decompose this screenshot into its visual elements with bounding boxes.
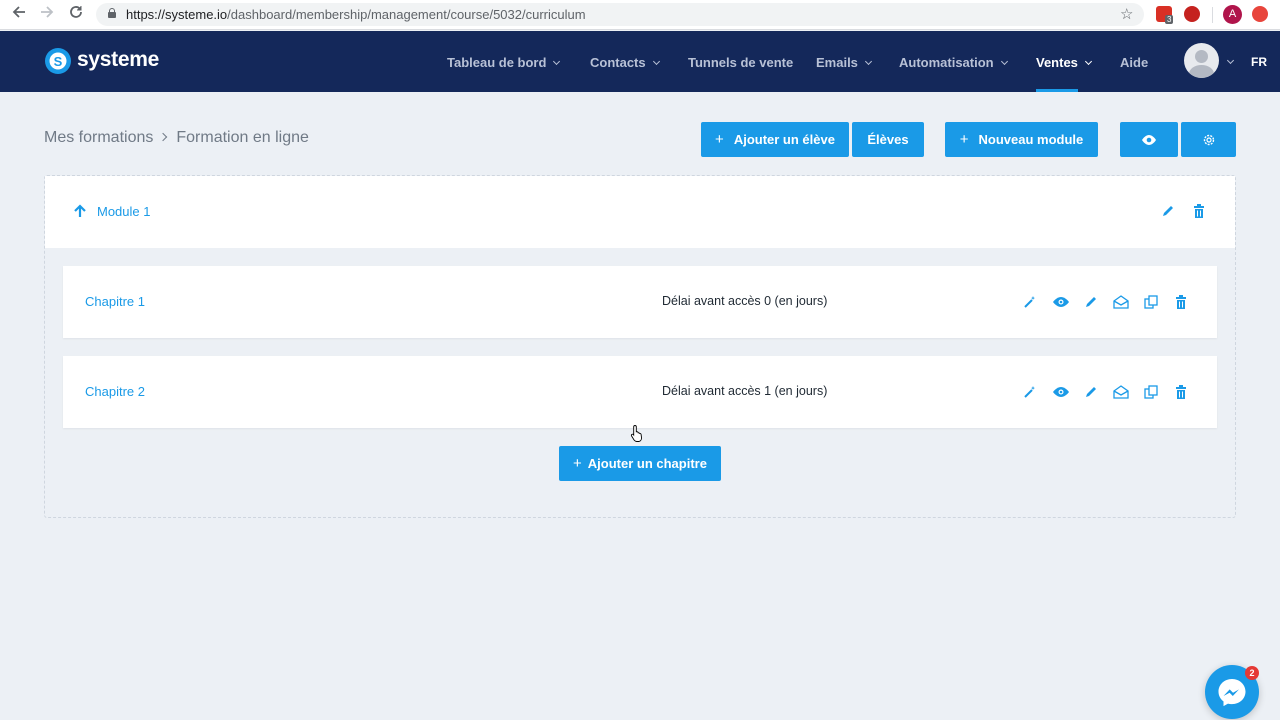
language-selector[interactable]: FR — [1251, 55, 1267, 69]
envelope-open-icon[interactable] — [1113, 295, 1129, 309]
user-avatar[interactable] — [1184, 43, 1219, 78]
trash-icon[interactable] — [1175, 295, 1187, 309]
svg-text:S: S — [54, 54, 63, 69]
new-module-button[interactable]: + Nouveau module — [945, 122, 1098, 157]
students-button[interactable]: Élèves — [852, 122, 924, 157]
address-bar[interactable]: https://systeme.io/dashboard/membership/… — [96, 3, 1144, 26]
arrow-up-icon[interactable] — [73, 204, 87, 218]
copy-icon[interactable] — [1144, 295, 1158, 309]
bookmark-star-icon[interactable]: ☆ — [1120, 5, 1133, 23]
chevron-down-icon — [864, 57, 872, 66]
edit-pencil-icon[interactable] — [1084, 385, 1098, 399]
add-student-button[interactable]: + Ajouter un élève — [701, 122, 849, 157]
chapter-card — [63, 356, 1217, 428]
chevron-down-icon — [553, 57, 561, 66]
chevron-down-icon — [1000, 57, 1008, 66]
breadcrumb: Mes formations Formation en ligne — [44, 129, 309, 147]
preview-button[interactable] — [1120, 122, 1178, 157]
module-card — [45, 176, 1235, 248]
magic-wand-icon[interactable] — [1023, 385, 1037, 399]
chapter-title[interactable]: Chapitre 1 — [85, 294, 145, 309]
app-header: S systeme Tableau de bord Contacts Tunne… — [0, 31, 1280, 92]
active-nav-indicator — [1036, 89, 1078, 92]
profile-avatar[interactable]: A — [1223, 5, 1242, 24]
module-title[interactable]: Module 1 — [97, 204, 150, 219]
nav-aide[interactable]: Aide — [1120, 55, 1148, 70]
plus-icon: + — [573, 455, 582, 472]
chevron-right-icon — [159, 132, 168, 142]
forward-arrow-icon[interactable] — [37, 5, 57, 25]
url-text: https://systeme.io/dashboard/membership/… — [126, 7, 586, 22]
extension-icon[interactable] — [1252, 6, 1268, 22]
hand-cursor-icon — [630, 425, 642, 442]
brand-name[interactable]: systeme — [77, 48, 159, 72]
nav-emails[interactable]: Emails — [816, 55, 872, 70]
chevron-down-icon — [1084, 57, 1092, 66]
envelope-open-icon[interactable] — [1113, 385, 1129, 399]
eye-icon[interactable] — [1052, 296, 1070, 308]
nav-contacts[interactable]: Contacts — [590, 55, 660, 70]
settings-button[interactable] — [1181, 122, 1236, 157]
magic-wand-icon[interactable] — [1023, 295, 1037, 309]
copy-icon[interactable] — [1144, 385, 1158, 399]
notification-badge: 2 — [1245, 666, 1259, 680]
edit-pencil-icon[interactable] — [1161, 204, 1175, 218]
chapter-delay: Délai avant accès 0 (en jours) — [662, 294, 828, 308]
nav-tableau-de-bord[interactable]: Tableau de bord — [447, 55, 561, 70]
chapter-title[interactable]: Chapitre 2 — [85, 384, 145, 399]
edit-pencil-icon[interactable] — [1084, 295, 1098, 309]
nav-tunnels-de-vente[interactable]: Tunnels de vente — [688, 55, 793, 70]
chevron-down-icon — [652, 57, 660, 66]
gear-icon — [1203, 134, 1214, 145]
systeme-logo-icon[interactable]: S — [44, 47, 72, 75]
extension-badge: 3 — [1165, 15, 1174, 24]
browser-toolbar: https://systeme.io/dashboard/membership/… — [0, 0, 1280, 30]
nav-ventes[interactable]: Ventes — [1036, 55, 1092, 70]
adblock-icon[interactable] — [1184, 6, 1200, 22]
breadcrumb-current: Formation en ligne — [176, 129, 309, 146]
divider — [1212, 7, 1213, 23]
chapter-delay: Délai avant accès 1 (en jours) — [662, 384, 828, 398]
chevron-down-icon[interactable] — [1226, 53, 1235, 71]
eye-icon[interactable] — [1052, 386, 1070, 398]
plus-icon: + — [959, 131, 969, 148]
trash-icon[interactable] — [1193, 204, 1205, 218]
chapter-card — [63, 266, 1217, 338]
eye-icon — [1142, 134, 1156, 145]
back-arrow-icon[interactable] — [9, 5, 29, 25]
nav-automatisation[interactable]: Automatisation — [899, 55, 1008, 70]
trash-icon[interactable] — [1175, 385, 1187, 399]
lock-icon — [108, 8, 116, 18]
add-chapter-button[interactable]: + Ajouter un chapitre — [559, 446, 721, 481]
plus-icon: + — [715, 131, 724, 148]
reload-icon[interactable] — [66, 5, 86, 25]
breadcrumb-mes-formations[interactable]: Mes formations — [44, 129, 153, 146]
